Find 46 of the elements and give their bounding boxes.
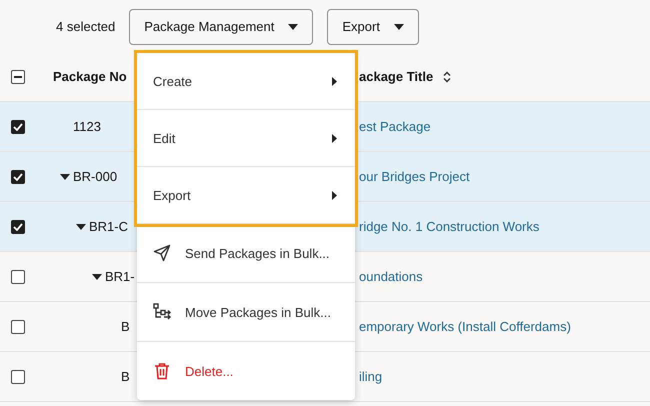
sort-icon[interactable] bbox=[443, 70, 452, 82]
hierarchy-icon bbox=[153, 303, 171, 321]
package-number: B bbox=[121, 319, 130, 334]
menu-item[interactable]: Send Packages in Bulk... bbox=[137, 224, 355, 283]
submenu-arrow-icon bbox=[332, 76, 337, 86]
trash-icon bbox=[153, 362, 171, 380]
package-title-link[interactable]: est Package bbox=[359, 119, 431, 134]
package-number: 1123 bbox=[73, 119, 101, 134]
row-checkbox[interactable] bbox=[11, 170, 25, 184]
expand-icon[interactable] bbox=[76, 224, 86, 230]
package-number: BR1- bbox=[105, 269, 135, 284]
package-number: BR-000 bbox=[73, 169, 118, 184]
expand-icon[interactable] bbox=[92, 274, 102, 280]
caret-icon bbox=[394, 24, 404, 30]
check-icon bbox=[13, 122, 23, 130]
column-header[interactable]: Package No bbox=[53, 69, 127, 84]
package-title-link[interactable]: oundations bbox=[359, 269, 423, 284]
selection-count: 4 selected bbox=[56, 18, 116, 34]
paper-plane-icon bbox=[153, 244, 171, 262]
package-title-link[interactable]: iling bbox=[359, 369, 382, 384]
column-header[interactable]: ackage Title bbox=[359, 69, 434, 84]
dropdown-button[interactable]: Export bbox=[327, 8, 419, 44]
menu-item[interactable]: Create bbox=[137, 53, 355, 110]
check-icon bbox=[13, 222, 23, 230]
menu-item[interactable]: Delete... bbox=[137, 342, 355, 400]
package-title-link[interactable]: our Bridges Project bbox=[359, 169, 470, 184]
row-checkbox[interactable] bbox=[11, 220, 25, 234]
submenu-arrow-icon bbox=[332, 134, 337, 142]
submenu-arrow-icon bbox=[332, 190, 337, 200]
minus-icon bbox=[14, 76, 22, 78]
package-number: B bbox=[121, 369, 130, 384]
row-checkbox[interactable] bbox=[11, 320, 25, 334]
caret-icon bbox=[288, 24, 298, 30]
select-all-checkbox[interactable] bbox=[11, 70, 25, 84]
row-checkbox[interactable] bbox=[11, 270, 25, 284]
menu-item[interactable]: Move Packages in Bulk... bbox=[137, 283, 355, 342]
menu-item[interactable]: Export bbox=[137, 167, 355, 224]
package-title-link[interactable]: emporary Works (Install Cofferdams) bbox=[359, 319, 571, 334]
menu-item[interactable]: Edit bbox=[137, 110, 355, 167]
dropdown-button[interactable]: Package Management bbox=[129, 8, 314, 44]
row-checkbox[interactable] bbox=[11, 370, 25, 384]
package-number: BR1-C bbox=[89, 219, 128, 234]
check-icon bbox=[13, 172, 23, 180]
package-title-link[interactable]: ridge No. 1 Construction Works bbox=[359, 219, 540, 234]
expand-icon[interactable] bbox=[60, 174, 70, 180]
row-checkbox[interactable] bbox=[11, 120, 25, 134]
